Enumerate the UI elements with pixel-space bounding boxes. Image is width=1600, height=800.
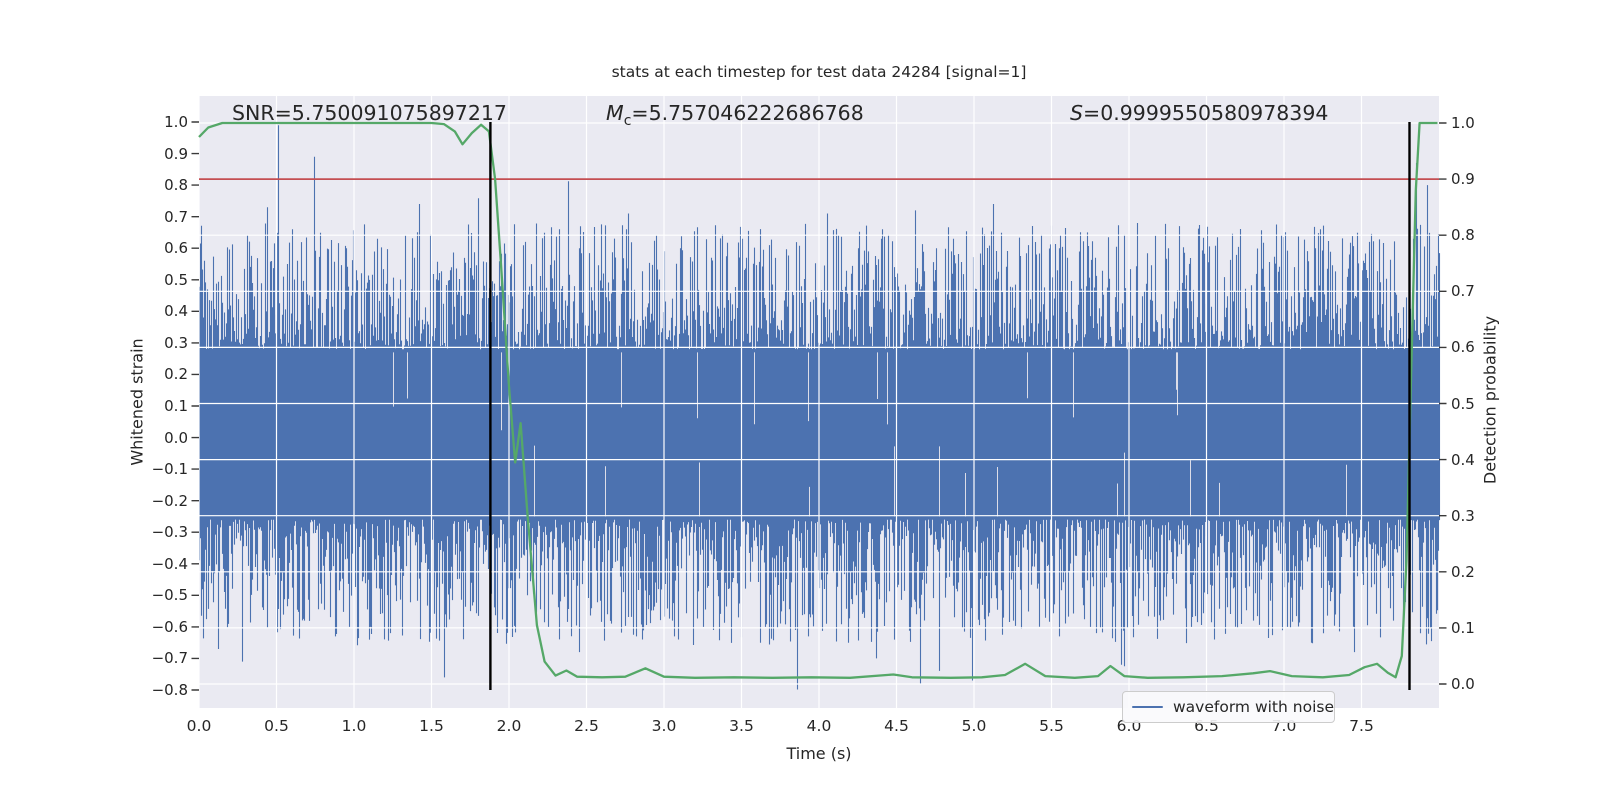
y-left-tick-label: 0.4 [164,302,188,321]
x-tick-label: 4.0 [806,717,832,735]
y-right-tick-label: 0.1 [1451,618,1475,637]
x-tick-label: 1.5 [419,717,444,735]
y-right-tick-label: 0.5 [1451,394,1475,413]
annotation-mc-value: =5.757046222686768 [631,101,864,125]
annotation-mc: Mc=5.757046222686768 [606,101,864,129]
y-right-tick-label: 0.4 [1451,450,1475,469]
y-left-tick-label: 0.6 [164,239,188,258]
y-left-tick-label: −0.8 [151,681,188,699]
x-tick-label: 1.0 [341,717,367,735]
annotation-snr-value: =5.750091075897217 [274,101,507,125]
y-left-tick-label: −0.3 [151,523,188,542]
y-right-tick-label: 0.0 [1451,675,1475,693]
y-left-tick-label: 1.0 [164,113,188,131]
legend: waveform with noise [1122,691,1335,723]
x-tick-label: 5.0 [961,717,987,735]
x-tick-label: 2.5 [574,717,599,735]
y-left-tick-label: 0.9 [164,144,188,163]
y-left-tick-label: 0.2 [164,365,188,384]
annotation-snr: SNR=5.750091075897217 [232,101,507,125]
y-right-tick-label: 1.0 [1451,114,1475,132]
figure: stats at each timestep for test data 242… [0,0,1600,800]
y-left-tick-label: 0.3 [164,333,188,352]
legend-label: waveform with noise [1173,698,1334,716]
y-left-tick-label: −0.7 [151,649,188,668]
x-tick-label: 3.5 [729,717,754,735]
legend-line-sample [1132,705,1163,709]
y-left-tick-label: −0.1 [151,460,188,479]
x-tick-label: 7.5 [1349,717,1374,735]
y-left-tick-label: −0.5 [151,586,188,605]
y-right-tick-label: 0.8 [1451,226,1475,245]
y-right-tick-label: 0.2 [1451,562,1475,581]
chart-title: stats at each timestep for test data 242… [611,63,1027,81]
x-axis-label: Time (s) [786,744,852,763]
annotation-snr-label: SNR [232,101,275,125]
y-left-tick-label: 0.0 [164,428,188,447]
annotation-s-label: S [1070,101,1084,125]
y-right-tick-label: 0.9 [1451,170,1475,189]
annotation-s-value: =0.9999550580978394 [1083,101,1329,125]
y-right-tick-label: 0.7 [1451,282,1475,301]
y-left-tick-label: 0.8 [164,176,188,195]
annotation-mc-label: M [606,101,624,125]
y-left-tick-label: 0.7 [164,207,188,226]
x-tick-label: 0.0 [186,717,212,735]
y-left-tick-label: 0.1 [164,397,188,415]
x-tick-label: 0.5 [264,717,289,735]
x-tick-label: 3.0 [651,717,677,735]
annotation-s: S=0.9999550580978394 [1070,101,1328,125]
y-left-tick-label: −0.6 [151,617,188,636]
x-tick-label: 2.0 [496,717,522,735]
y-right-tick-label: 0.6 [1451,338,1475,357]
y-left-tick-label: −0.2 [151,491,188,510]
x-tick-label: 4.5 [884,717,909,735]
y-axis-label-right: Detection probability [1480,315,1500,485]
x-tick-label: 5.5 [1039,717,1064,735]
y-right-tick-label: 0.3 [1451,506,1475,525]
y-left-tick-label: 0.5 [164,270,188,289]
y-left-tick-label: −0.4 [151,554,188,573]
